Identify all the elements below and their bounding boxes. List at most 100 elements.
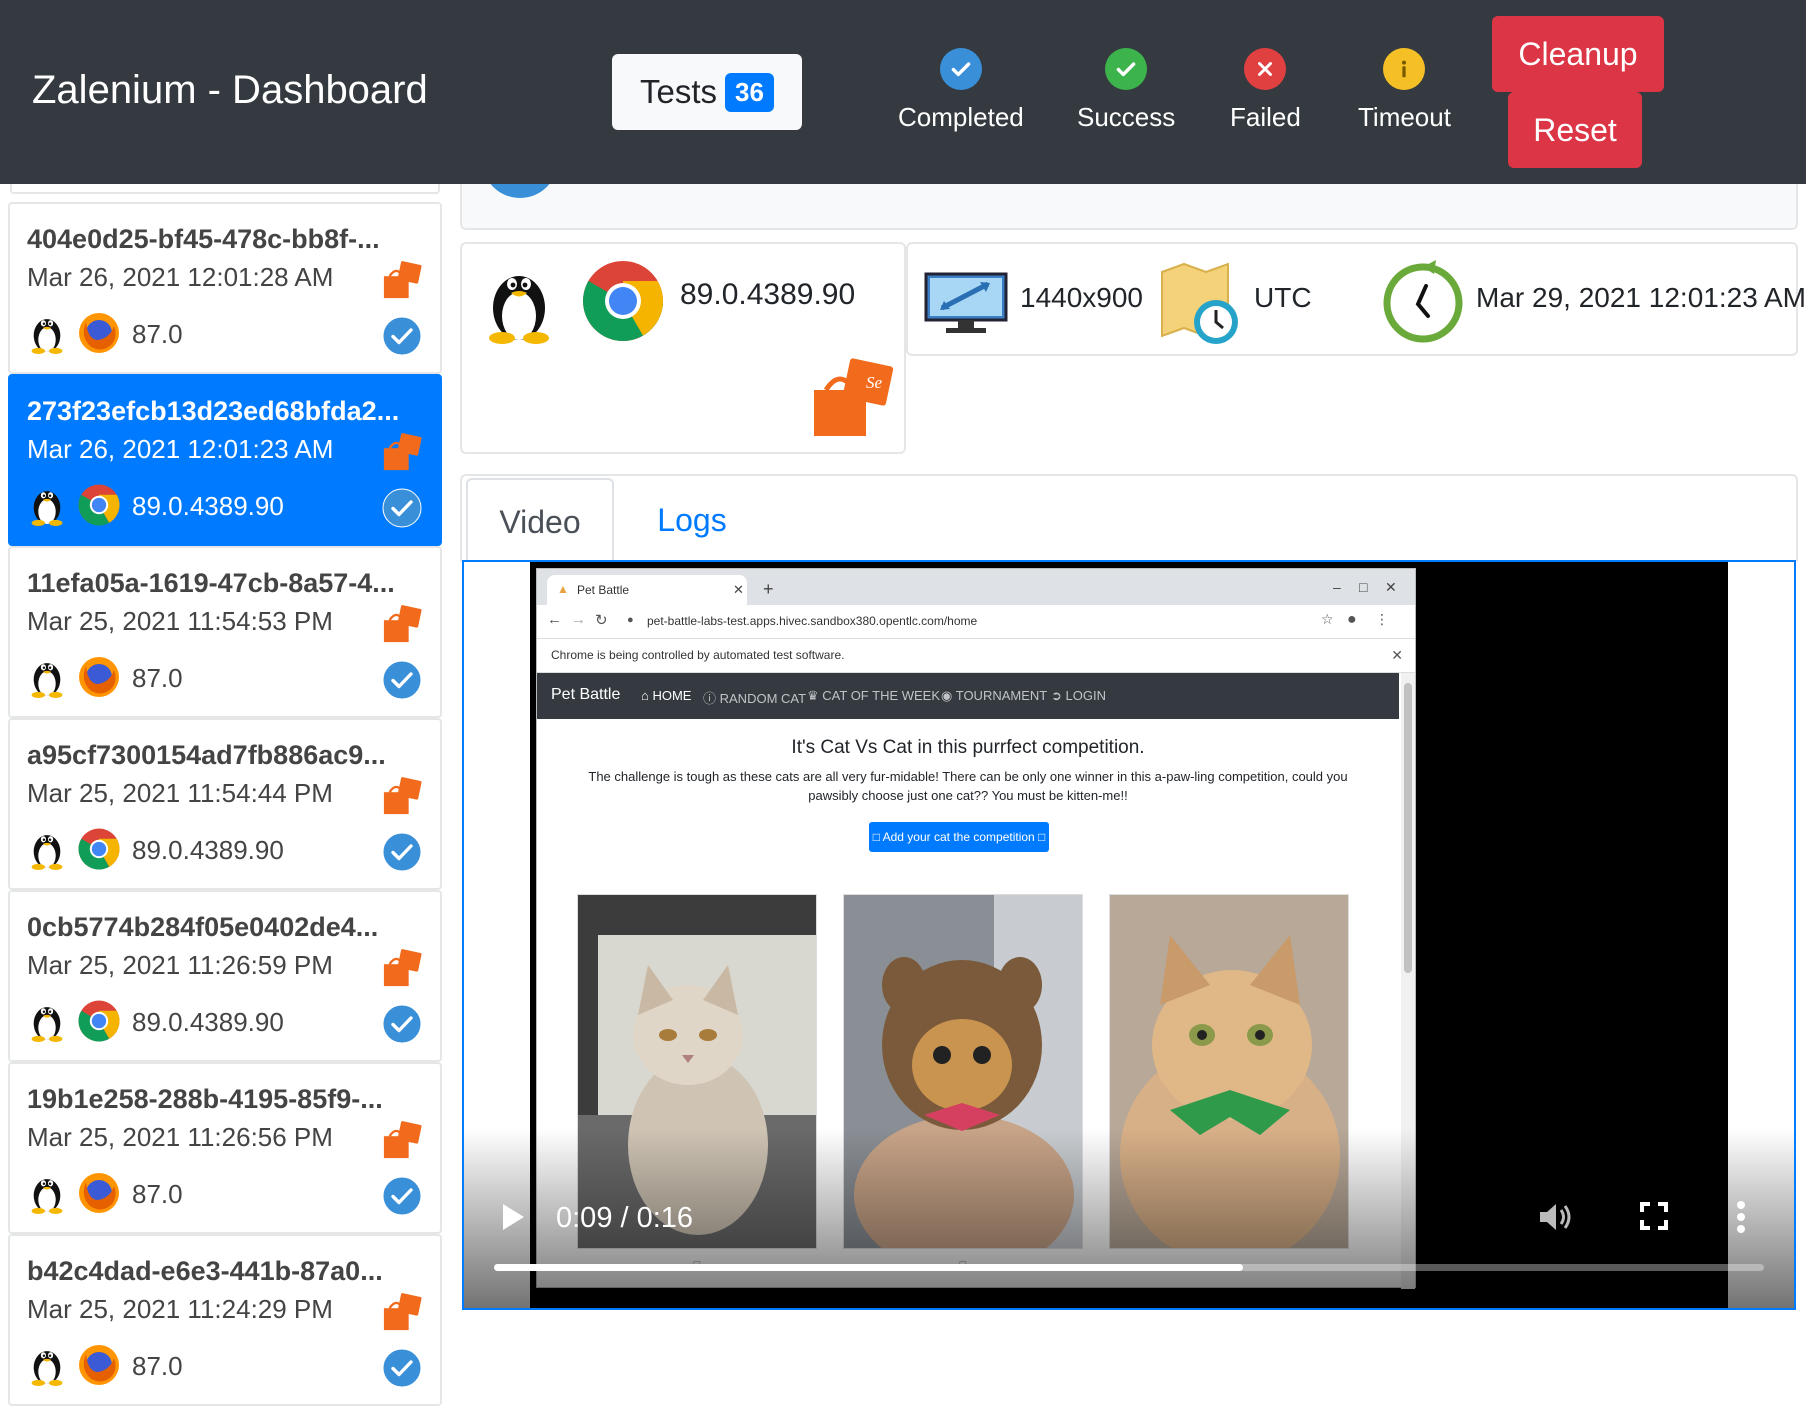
- svg-text:Se: Se: [866, 373, 883, 392]
- test-list-item[interactable]: a95cf7300154ad7fb886ac9... Mar 25, 2021 1…: [8, 718, 442, 890]
- tab-logs[interactable]: Logs: [618, 476, 766, 564]
- linux-tux-icon: [30, 828, 64, 875]
- filter-completed[interactable]: Completed: [898, 48, 1024, 133]
- linux-tux-icon: [30, 656, 64, 703]
- close-infobar-icon: ✕: [1391, 647, 1403, 663]
- test-id: 11efa05a-1619-47cb-8a57-4...: [27, 568, 395, 598]
- browser-tab: ▲ Pet Battle: [547, 575, 747, 605]
- browser-version: 89.0.4389.90: [132, 835, 284, 865]
- browser-version: 89.0.4389.90: [680, 278, 856, 311]
- test-date: Mar 25, 2021 11:26:56 PM: [27, 1122, 333, 1152]
- test-list-item[interactable]: 404e0d25-bf45-478c-bb8f-... Mar 26, 2021 …: [8, 202, 442, 374]
- more-options-icon[interactable]: [1736, 1200, 1746, 1239]
- gamepad-icon: ◉: [941, 688, 956, 703]
- filter-failed[interactable]: Failed: [1230, 48, 1301, 133]
- test-id: b42c4dad-e6e3-441b-87a0...: [27, 1256, 383, 1286]
- browser-version: 87.0: [132, 1179, 183, 1209]
- site-nav-login: ➲ LOGIN: [1051, 688, 1106, 703]
- chrome-icon: [78, 1000, 120, 1047]
- test-list-item[interactable]: b42c4dad-e6e3-441b-87a0... Mar 25, 2021 1…: [8, 1234, 442, 1406]
- selenium-bag-icon: [382, 432, 422, 477]
- detail-tabs: Video Logs: [460, 474, 1798, 566]
- reset-button[interactable]: Reset: [1508, 92, 1642, 168]
- browser-version: 87.0: [132, 319, 183, 349]
- volume-icon[interactable]: [1538, 1200, 1574, 1239]
- tests-button[interactable]: Tests 36: [612, 54, 802, 130]
- tests-count-badge: 36: [725, 72, 774, 112]
- stat-label-completed: Completed: [898, 102, 1024, 132]
- play-icon[interactable]: [500, 1202, 526, 1237]
- browser-version: 87.0: [132, 1351, 183, 1381]
- test-date: Mar 25, 2021 11:54:53 PM: [27, 606, 333, 636]
- browser-info-card: 89.0.4389.90 Se: [460, 242, 906, 454]
- site-nav-tournament: ◉ TOURNAMENT: [941, 688, 1048, 703]
- check-circle-icon: [939, 48, 982, 90]
- top-navbar: Zalenium - Dashboard Tests 36 Completed …: [0, 0, 1806, 184]
- timezone-value: UTC: [1254, 282, 1312, 313]
- automation-infobar: Chrome is being controlled by automated …: [537, 639, 1415, 673]
- test-id: 273f23efcb13d23ed68bfda2...: [27, 396, 400, 426]
- tab-video[interactable]: Video: [466, 478, 614, 566]
- firefox-icon: [78, 1172, 120, 1219]
- test-list-item[interactable]: 0cb5774b284f05e0402de4... Mar 25, 2021 11…: [8, 890, 442, 1062]
- menu-dots-icon: ⋮: [1375, 611, 1389, 627]
- new-tab-icon: +: [763, 579, 774, 599]
- video-player[interactable]: ▲ Pet Battle ✕ + – □ ✕ ← → ↻ ● pet-battl…: [462, 560, 1796, 1310]
- test-list-item[interactable]: 273f23efcb13d23ed68bfda2... Mar 26, 2021 …: [8, 374, 442, 546]
- video-progress-fill: [494, 1264, 1244, 1271]
- selenium-bag-icon: [382, 260, 422, 305]
- site-navbar: Pet Battle ⌂ HOME ⓘ RANDOM CAT ♛ CAT OF …: [537, 673, 1399, 719]
- filter-success[interactable]: Success: [1077, 48, 1175, 133]
- video-progress-bar[interactable]: [494, 1264, 1764, 1271]
- stat-label-failed: Failed: [1230, 102, 1301, 132]
- test-list-sidebar[interactable]: 404e0d25-bf45-478c-bb8f-... Mar 26, 2021 …: [8, 184, 442, 1406]
- lock-icon: ●: [627, 614, 634, 626]
- test-date: Mar 26, 2021 12:01:23 AM: [27, 434, 334, 464]
- filter-timeout[interactable]: Timeout: [1358, 48, 1451, 133]
- video-time: 0:09 / 0:16: [556, 1202, 694, 1234]
- back-icon: ←: [547, 611, 562, 628]
- browser-version: 87.0: [132, 663, 183, 693]
- info-circle-icon: [1383, 48, 1426, 90]
- environment-info-card: 1440x900 UTC Mar 29, 2021 12:01:23 AM: [906, 242, 1806, 356]
- selenium-bag-icon: [382, 776, 422, 821]
- question-icon: ⓘ: [703, 691, 720, 706]
- cat-favicon-icon: ▲: [557, 582, 569, 596]
- monitor-icon: [924, 272, 1008, 333]
- address-bar-url: pet-battle-labs-test.apps.hivec.sandbox3…: [647, 614, 978, 628]
- site-nav-cat-of-week: ♛ CAT OF THE WEEK: [807, 688, 941, 703]
- home-icon: ⌂: [641, 688, 653, 703]
- browser-version: 89.0.4389.90: [132, 491, 284, 521]
- chrome-icon: [583, 261, 663, 341]
- linux-tux-icon: [30, 1000, 64, 1047]
- cleanup-button[interactable]: Cleanup: [1492, 16, 1664, 92]
- check-circle-icon: [382, 488, 422, 533]
- test-id: 0cb5774b284f05e0402de4...: [27, 912, 379, 942]
- selenium-bag-icon: [382, 604, 422, 649]
- site-brand: Pet Battle: [551, 686, 621, 703]
- test-date: Mar 25, 2021 11:24:29 PM: [27, 1294, 333, 1324]
- reload-icon: ↻: [595, 612, 608, 629]
- check-circle-icon: [382, 316, 422, 361]
- browser-version: 89.0.4389.90: [132, 1007, 284, 1037]
- firefox-icon: [78, 312, 120, 359]
- check-circle-icon: [382, 1176, 422, 1221]
- check-circle-icon: [382, 1348, 422, 1393]
- test-timestamp: Mar 29, 2021 12:01:23 AM: [1476, 282, 1806, 313]
- timezone-map-icon: [1161, 262, 1238, 344]
- check-circle-icon: [1105, 48, 1148, 90]
- fullscreen-icon[interactable]: [1640, 1202, 1668, 1235]
- selenium-bag-icon: Se: [814, 358, 894, 436]
- profile-icon: ●: [1347, 611, 1357, 628]
- test-date: Mar 25, 2021 11:54:44 PM: [27, 778, 333, 808]
- check-circle-icon: [382, 1004, 422, 1049]
- test-list-item[interactable]: 11efa05a-1619-47cb-8a57-4... Mar 25, 2021…: [8, 546, 442, 718]
- test-date: Mar 26, 2021 12:01:28 AM: [27, 262, 334, 292]
- tests-label: Tests: [640, 73, 718, 110]
- test-list-item[interactable]: 19b1e258-288b-4195-85f9-... Mar 25, 2021 …: [8, 1062, 442, 1234]
- selenium-bag-icon: [382, 1292, 422, 1337]
- close-tab-icon: ✕: [733, 582, 744, 597]
- site-subtext: The challenge is tough as these cats are…: [588, 769, 1348, 803]
- minimize-icon: –: [1333, 579, 1341, 595]
- forward-icon: →: [571, 611, 586, 628]
